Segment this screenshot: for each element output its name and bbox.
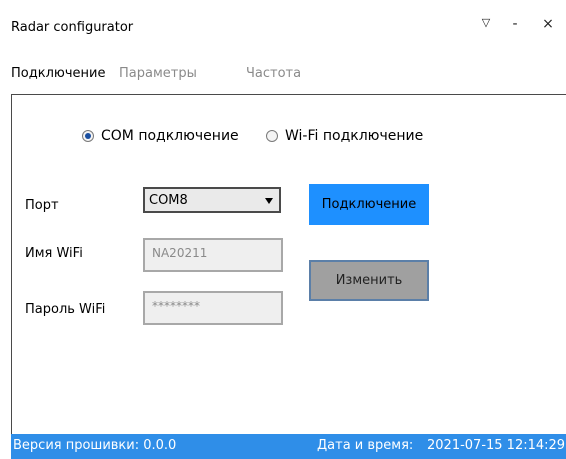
- tab-frequency[interactable]: Частота: [246, 66, 301, 81]
- connect-button[interactable]: Подключение: [309, 184, 429, 225]
- connection-panel: [11, 94, 566, 435]
- com-radio-option[interactable]: COM подключение: [82, 128, 239, 144]
- port-select-value: COM8: [149, 192, 188, 208]
- wifi-name-value: NA20211: [152, 246, 208, 260]
- datetime-label: Дата и время:: [317, 438, 414, 453]
- tab-bar: Подключение Параметры Частота: [0, 56, 566, 92]
- wifi-radio-option[interactable]: Wi-Fi подключение: [266, 128, 423, 144]
- wifi-radio-label: Wi-Fi подключение: [285, 128, 424, 144]
- tab-parameters[interactable]: Параметры: [119, 66, 197, 81]
- minimize-icon[interactable]: -: [505, 16, 525, 32]
- wifi-password-value: ********: [152, 299, 200, 313]
- close-icon[interactable]: ×: [538, 16, 558, 32]
- wifi-password-input[interactable]: ********: [143, 291, 283, 325]
- menu-triangle-icon[interactable]: ▽: [476, 16, 496, 29]
- firmware-version: Версия прошивки: 0.0.0: [13, 438, 177, 453]
- change-button[interactable]: Изменить: [309, 260, 429, 301]
- tab-connection[interactable]: Подключение: [11, 66, 105, 81]
- port-label: Порт: [25, 198, 59, 213]
- wifi-name-label: Имя WiFi: [25, 246, 83, 261]
- radio-unchecked-icon[interactable]: [266, 130, 278, 142]
- title-bar: Radar configurator ▽ - ×: [0, 0, 566, 56]
- com-radio-label: COM подключение: [101, 128, 239, 144]
- wifi-name-input[interactable]: NA20211: [143, 238, 283, 272]
- status-bar: Версия прошивки: 0.0.0 Дата и время: 202…: [11, 434, 566, 459]
- wifi-password-label: Пароль WiFi: [25, 302, 106, 317]
- datetime-value: 2021-07-15 12:14:29: [427, 438, 566, 453]
- radio-checked-icon[interactable]: [82, 130, 94, 142]
- port-select[interactable]: COM8: [143, 187, 281, 213]
- dropdown-arrow-icon[interactable]: [265, 198, 273, 204]
- window-title: Radar configurator: [11, 20, 134, 35]
